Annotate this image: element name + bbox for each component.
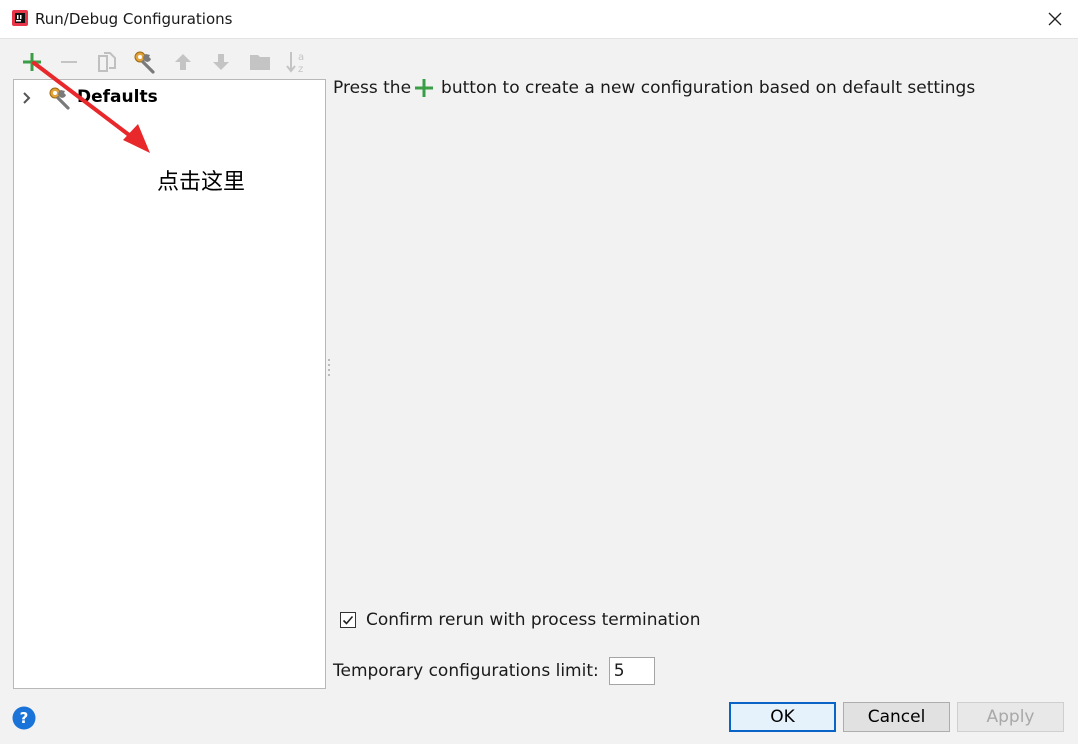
- help-icon: ?: [12, 706, 36, 730]
- svg-text:a: a: [298, 52, 304, 63]
- add-configuration-button[interactable]: [18, 48, 46, 76]
- splitter-handle[interactable]: [326, 356, 332, 380]
- copy-configuration-button[interactable]: [93, 48, 121, 76]
- move-down-button[interactable]: [207, 48, 235, 76]
- temporary-limit-row: Temporary configurations limit: 5: [333, 655, 655, 687]
- edit-defaults-button[interactable]: [131, 48, 159, 76]
- wrench-icon: [48, 86, 74, 110]
- temporary-limit-input[interactable]: 5: [608, 657, 655, 685]
- empty-hint: Press the button to create a new configu…: [333, 77, 975, 99]
- configurations-tree[interactable]: Defaults 点击这里: [13, 79, 326, 689]
- create-folder-button[interactable]: [246, 48, 274, 76]
- annotation-text: 点击这里: [157, 170, 246, 195]
- chevron-right-icon[interactable]: [20, 90, 34, 104]
- move-up-button[interactable]: [169, 48, 197, 76]
- close-icon: [1048, 12, 1062, 26]
- toolbar: a z: [12, 46, 332, 78]
- hint-text-after: button to create a new configuration bas…: [441, 78, 976, 98]
- plus-icon: [413, 77, 435, 99]
- remove-configuration-button[interactable]: [55, 48, 83, 76]
- cancel-button[interactable]: Cancel: [843, 702, 950, 732]
- svg-text:z: z: [298, 64, 303, 74]
- svg-text:?: ?: [20, 709, 29, 727]
- plus-icon: [23, 53, 41, 71]
- ok-button[interactable]: OK: [729, 702, 836, 732]
- checkmark-icon: [342, 615, 354, 625]
- tree-item-defaults[interactable]: Defaults: [14, 86, 325, 110]
- help-button[interactable]: ?: [12, 706, 36, 730]
- hint-text-before: Press the: [333, 78, 412, 98]
- intellij-idea-icon: [12, 10, 28, 26]
- wrench-icon: [134, 51, 155, 74]
- confirm-rerun-option[interactable]: Confirm rerun with process termination: [340, 608, 700, 632]
- arrow-down-icon: [213, 54, 229, 70]
- sort-az-icon: a z: [286, 52, 304, 74]
- tree-item-label: Defaults: [77, 87, 158, 107]
- apply-button[interactable]: Apply: [957, 702, 1064, 732]
- temporary-limit-label: Temporary configurations limit:: [333, 661, 599, 681]
- arrow-up-icon: [175, 54, 191, 70]
- title-bar: Run/Debug Configurations: [0, 0, 1078, 39]
- close-button[interactable]: [1032, 0, 1078, 38]
- folder-icon: [250, 55, 270, 70]
- window-title: Run/Debug Configurations: [35, 10, 233, 28]
- sort-configurations-button[interactable]: a z: [284, 48, 312, 76]
- copy-icon: [98, 52, 116, 72]
- confirm-rerun-label[interactable]: Confirm rerun with process termination: [366, 610, 700, 630]
- confirm-rerun-checkbox[interactable]: [340, 612, 356, 628]
- minus-icon: [61, 61, 77, 63]
